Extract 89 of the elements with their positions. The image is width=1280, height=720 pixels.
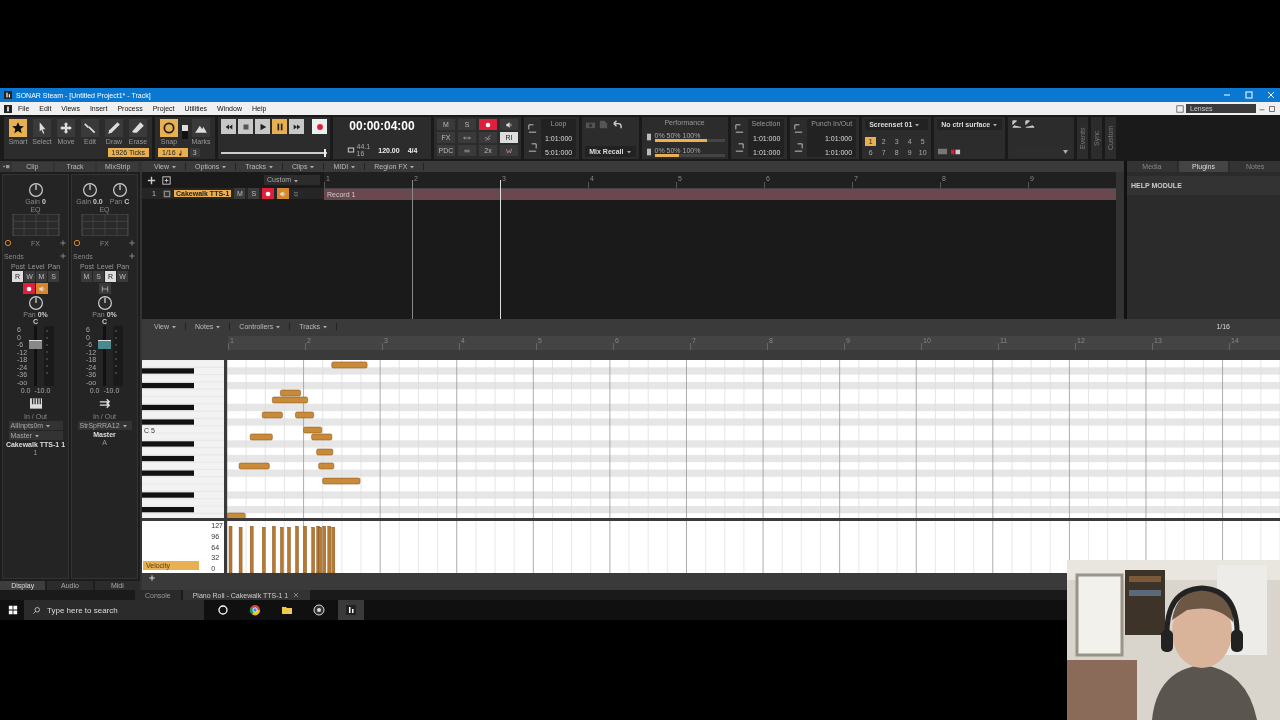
note-icon: [177, 150, 184, 156]
track-icon: [163, 189, 171, 198]
scrub-slider[interactable]: [221, 149, 327, 157]
dim-button[interactable]: [458, 145, 476, 156]
scrollbar[interactable]: [1116, 172, 1124, 319]
bracket-icon[interactable]: [793, 142, 805, 153]
slider-thumb[interactable]: [323, 149, 326, 157]
close-icon[interactable]: [292, 591, 301, 599]
stop-button[interactable]: [238, 119, 253, 134]
caret-icon: [215, 324, 222, 331]
record-icon: [484, 120, 492, 129]
piano-keyboard[interactable]: [142, 360, 224, 518]
write-off-icon: [505, 146, 513, 155]
close-icon[interactable]: [1266, 90, 1276, 100]
undo-icon[interactable]: [611, 119, 623, 130]
plus-icon[interactable]: [146, 174, 157, 186]
record-button[interactable]: [23, 283, 35, 294]
knob[interactable]: [81, 182, 98, 198]
caret-icon: [914, 122, 921, 129]
wave-button[interactable]: [479, 132, 497, 143]
caret-icon: [625, 149, 632, 155]
bracket-icon[interactable]: [527, 142, 538, 153]
arrow-left-icon[interactable]: [1011, 119, 1023, 130]
search-field[interactable]: Type here to search: [24, 600, 204, 620]
search-icon: [32, 605, 41, 615]
bracket-icon[interactable]: [527, 123, 538, 134]
loop-icon[interactable]: [346, 146, 355, 154]
arm-button[interactable]: [262, 188, 275, 199]
bracket-icon[interactable]: [733, 142, 745, 153]
wrench-icon: [81, 119, 99, 137]
power-icon[interactable]: [73, 239, 81, 247]
restore-icon[interactable]: [1268, 104, 1276, 113]
knob[interactable]: [96, 295, 113, 311]
record-button[interactable]: [479, 119, 497, 130]
arrow-right-icon[interactable]: [1024, 119, 1036, 130]
caret-icon: [293, 177, 300, 184]
caret-icon: [275, 324, 282, 331]
speaker-icon: [279, 189, 288, 198]
time-display: 00:00:04:00: [349, 119, 415, 133]
bracket-icon[interactable]: [733, 123, 745, 134]
caret-icon: [992, 122, 999, 129]
star-icon: [9, 119, 27, 137]
cross-button[interactable]: [500, 145, 518, 156]
knob[interactable]: [111, 182, 128, 198]
fullscreen-icon[interactable]: [1176, 104, 1184, 113]
record-icon: [264, 189, 273, 198]
record-button[interactable]: [312, 119, 327, 134]
wave-icon: [484, 133, 492, 142]
app-icon: [4, 91, 12, 99]
bracket-icon[interactable]: [793, 123, 805, 134]
arrows-icon: [98, 398, 111, 409]
forward-button[interactable]: [289, 119, 304, 134]
fader-thumb[interactable]: [98, 340, 112, 350]
level-meter: [44, 326, 55, 386]
caret-icon: [321, 324, 328, 331]
pencil-icon: [105, 119, 123, 137]
add-folder-icon[interactable]: [161, 174, 172, 186]
monitor-button[interactable]: [277, 188, 290, 199]
link-icon: [463, 133, 471, 142]
eraser-icon: [129, 119, 147, 137]
level-meter: [113, 326, 124, 386]
move-icon: [57, 119, 75, 137]
caret-icon: [121, 423, 128, 430]
panel-options-icon[interactable]: [2, 162, 10, 171]
keyboard-icon: [29, 398, 42, 409]
velocity-bars-drawing[interactable]: [227, 521, 1280, 573]
fader-thumb[interactable]: [29, 340, 43, 350]
pointer-icon: [33, 119, 51, 137]
power-icon[interactable]: [4, 239, 12, 247]
play-button[interactable]: [255, 119, 270, 134]
mountain-icon: [192, 119, 210, 137]
width-button[interactable]: [98, 283, 111, 294]
expand-icon[interactable]: [292, 189, 301, 198]
app-icon: [4, 104, 12, 113]
start-icon[interactable]: [8, 605, 18, 615]
rewind-button[interactable]: [221, 119, 236, 134]
record-icon: [314, 121, 325, 132]
width-icon: [100, 284, 109, 293]
pause-button[interactable]: [272, 119, 287, 134]
switch-icon[interactable]: [182, 125, 188, 139]
taskbar-app-icon[interactable]: [338, 600, 364, 620]
speaker-icon: [38, 284, 46, 293]
speaker-button[interactable]: [500, 119, 518, 130]
speaker-icon: [505, 120, 513, 129]
maximize-icon[interactable]: [1244, 90, 1254, 100]
knob[interactable]: [27, 182, 44, 198]
record-icon: [25, 284, 33, 293]
caret-icon: [171, 324, 178, 331]
knob[interactable]: [27, 295, 44, 311]
